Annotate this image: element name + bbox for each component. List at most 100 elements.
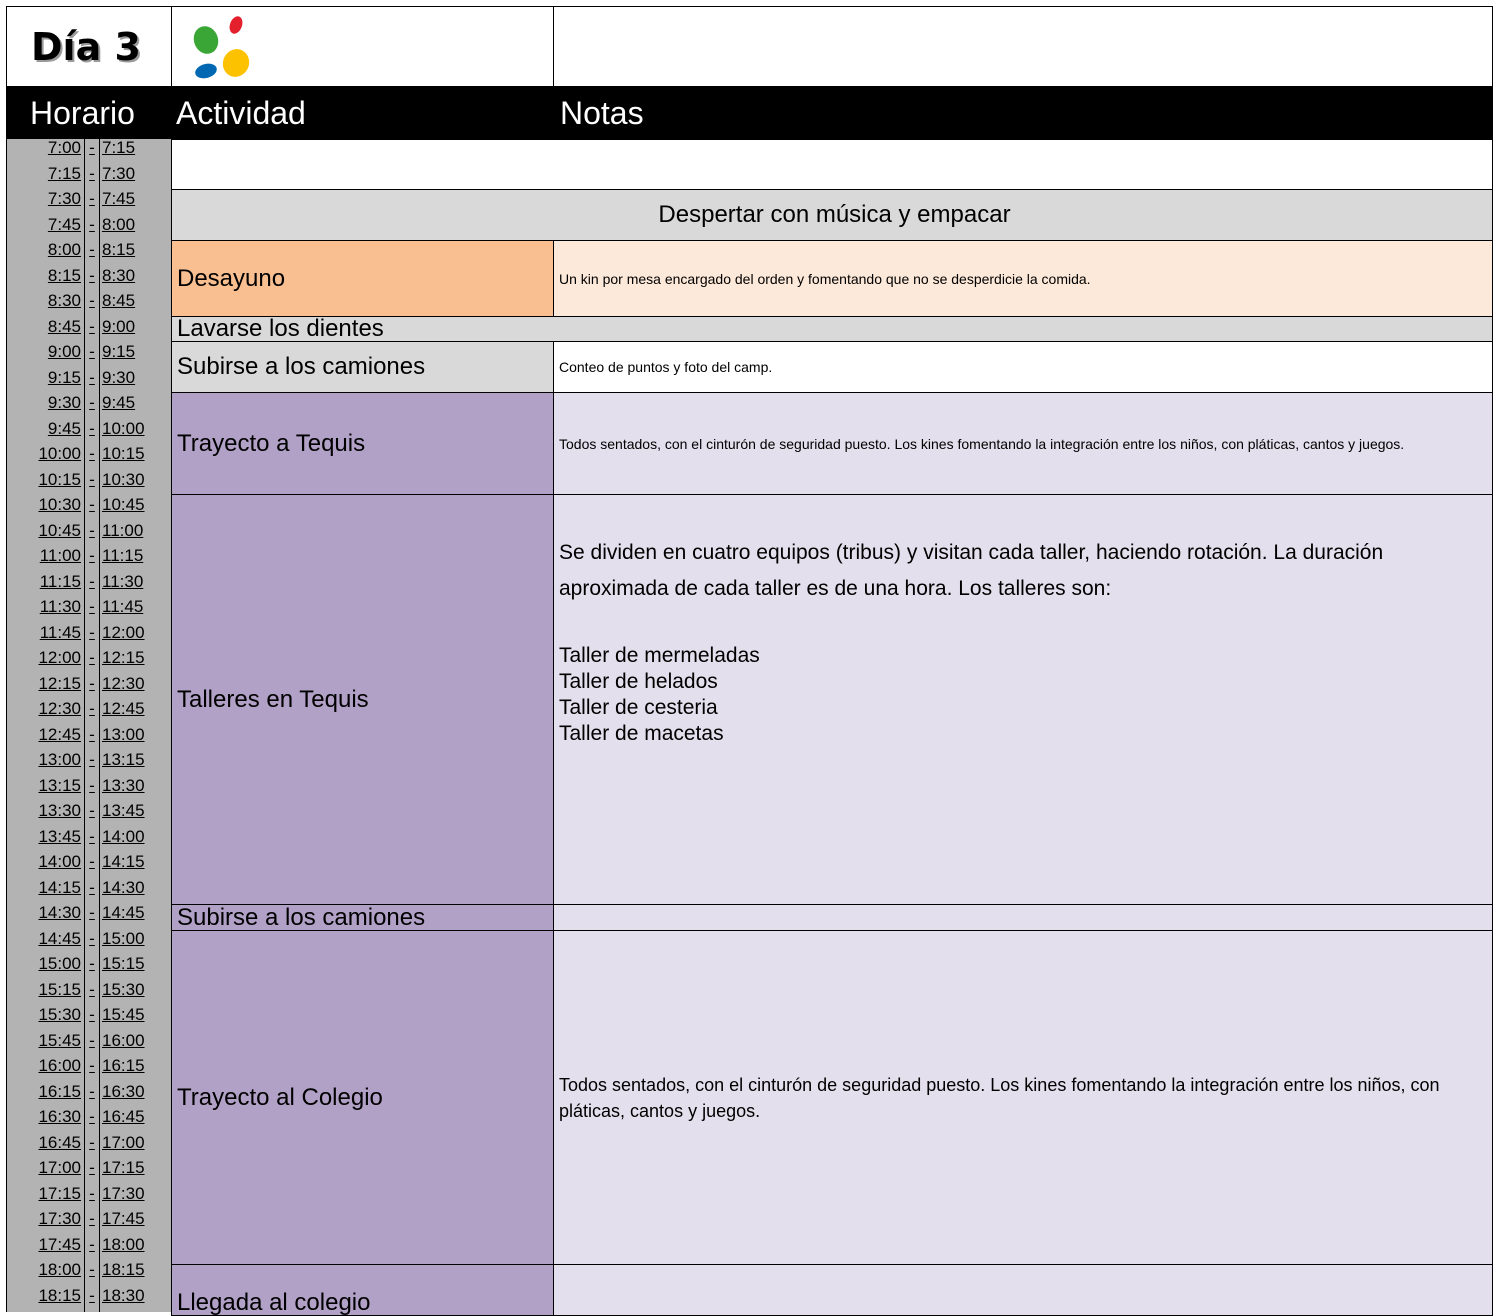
time-end: 8:00: [99, 215, 172, 241]
time-start: 15:30: [6, 1006, 85, 1032]
time-dash: -: [84, 445, 100, 471]
time-end: 16:30: [99, 1082, 172, 1108]
header-notas: Notas: [560, 95, 644, 131]
taller-item: Taller de mermeladas: [559, 644, 760, 667]
time-end: 17:15: [99, 1159, 172, 1185]
time-end: 7:15: [99, 139, 172, 165]
time-start: 7:15: [6, 164, 85, 190]
time-start: 16:30: [6, 1108, 85, 1134]
activity-trayecto-tequis: Trayecto a Tequis: [171, 392, 554, 495]
time-end: 10:00: [99, 419, 172, 445]
activity-camiones-2: Subirse a los camiones: [171, 904, 554, 931]
time-dash: -: [84, 725, 100, 751]
time-start: 11:45: [6, 623, 85, 649]
time-start: 7:00: [6, 139, 85, 165]
activity-despertar: Despertar con música y empacar: [171, 189, 1493, 241]
time-start: 8:15: [6, 266, 85, 292]
time-start: 15:45: [6, 1031, 85, 1057]
time-end: 11:45: [99, 598, 172, 624]
time-dash: -: [84, 215, 100, 241]
time-dash: -: [84, 139, 100, 165]
time-dash: -: [84, 190, 100, 216]
time-dash: -: [84, 878, 100, 904]
time-dash: -: [84, 394, 100, 420]
time-dash: -: [84, 419, 100, 445]
time-end: 12:15: [99, 649, 172, 675]
time-start: 13:15: [6, 776, 85, 802]
time-dash: -: [84, 317, 100, 343]
time-start: 9:45: [6, 419, 85, 445]
time-start: 14:45: [6, 929, 85, 955]
time-dash: -: [84, 1261, 100, 1287]
time-start: 15:00: [6, 955, 85, 981]
time-dash: -: [84, 751, 100, 777]
time-dash: -: [84, 1082, 100, 1108]
time-end: 9:00: [99, 317, 172, 343]
time-dash: -: [84, 1108, 100, 1134]
time-start: 10:45: [6, 521, 85, 547]
activity-dientes: Lavarse los dientes: [171, 316, 1493, 342]
time-start: 12:30: [6, 700, 85, 726]
time-start: 7:30: [6, 190, 85, 216]
time-start: 10:15: [6, 470, 85, 496]
time-start: 17:15: [6, 1184, 85, 1210]
time-end: 15:45: [99, 1006, 172, 1032]
time-dash: -: [84, 266, 100, 292]
time-end: 8:45: [99, 292, 172, 318]
time-start: 14:00: [6, 853, 85, 879]
time-start: 8:30: [6, 292, 85, 318]
time-dash: -: [84, 1057, 100, 1083]
time-start: 14:30: [6, 904, 85, 930]
time-end: 7:45: [99, 190, 172, 216]
time-start: 17:45: [6, 1235, 85, 1261]
note-talleres: Se dividen en cuatro equipos (tribus) y …: [553, 494, 1493, 905]
taller-item: Taller de macetas: [559, 722, 724, 745]
time-dash: -: [84, 1031, 100, 1057]
talleres-description: Se dividen en cuatro equipos (tribus) y …: [559, 541, 1384, 600]
time-end: 10:45: [99, 496, 172, 522]
time-start: 9:30: [6, 394, 85, 420]
time-start: 15:15: [6, 980, 85, 1006]
time-end: 17:00: [99, 1133, 172, 1159]
note-camiones-1: Conteo de puntos y foto del camp.: [553, 341, 1493, 393]
time-start: 9:15: [6, 368, 85, 394]
time-dash: -: [84, 1210, 100, 1236]
logo: [171, 6, 554, 87]
activity-camiones-1: Subirse a los camiones: [171, 341, 554, 393]
time-dash: -: [84, 929, 100, 955]
time-start: 18:15: [6, 1286, 85, 1312]
time-dash: -: [84, 598, 100, 624]
time-dash: -: [84, 623, 100, 649]
time-start: 8:00: [6, 241, 85, 267]
time-dash: -: [84, 1006, 100, 1032]
time-end: 8:15: [99, 241, 172, 267]
note-trayecto-tequis: Todos sentados, con el cinturón de segur…: [553, 392, 1493, 495]
activity-desayuno: Desayuno: [171, 240, 554, 317]
time-start: 13:00: [6, 751, 85, 777]
time-dash: -: [84, 700, 100, 726]
time-dash: -: [84, 368, 100, 394]
time-start: 12:15: [6, 674, 85, 700]
activity-llegada: Llegada al colegio: [171, 1264, 554, 1316]
time-dash: -: [84, 572, 100, 598]
time-end: 16:45: [99, 1108, 172, 1134]
time-start: 8:45: [6, 317, 85, 343]
time-end: 9:45: [99, 394, 172, 420]
time-dash: -: [84, 496, 100, 522]
time-end: 8:30: [99, 266, 172, 292]
time-start: 13:45: [6, 827, 85, 853]
time-dash: -: [84, 521, 100, 547]
time-end: 16:00: [99, 1031, 172, 1057]
time-start: 17:00: [6, 1159, 85, 1185]
time-dash: -: [84, 547, 100, 573]
time-dash: -: [84, 1184, 100, 1210]
time-end: 12:45: [99, 700, 172, 726]
activity-talleres: Talleres en Tequis: [171, 494, 554, 905]
time-dash: -: [84, 674, 100, 700]
time-dash: -: [84, 1159, 100, 1185]
time-end: 17:30: [99, 1184, 172, 1210]
time-end: 13:15: [99, 751, 172, 777]
day-title: Día 3: [6, 6, 172, 87]
time-end: 13:30: [99, 776, 172, 802]
time-start: 14:15: [6, 878, 85, 904]
